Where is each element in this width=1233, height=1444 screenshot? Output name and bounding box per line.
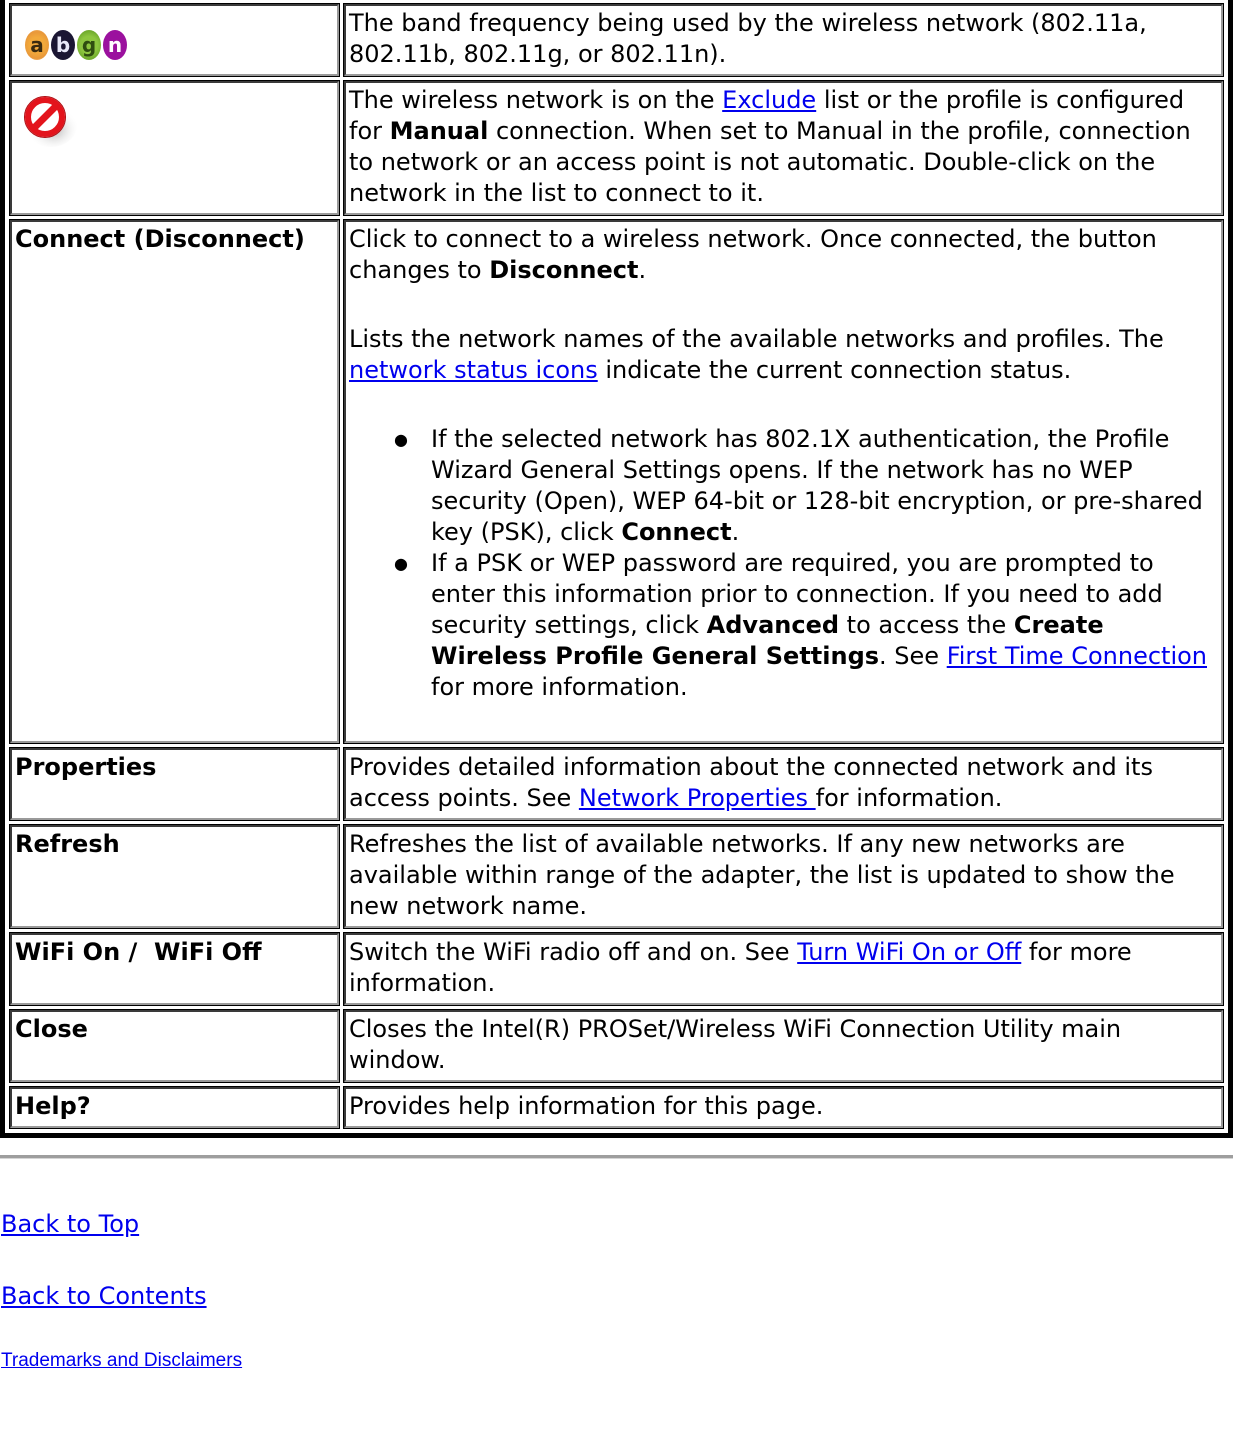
row-description-cell: The wireless network is on the Exclude l… [343,80,1224,216]
description-text: Lists the network names of the available… [349,325,1164,353]
row-label: Refresh [15,830,120,858]
row-label-cell: Connect (Disconnect) [9,219,340,744]
row-description-cell: Provides detailed information about the … [343,747,1224,821]
controls-table: a b g n The band frequency being used by… [0,0,1233,1138]
band-n-icon: n [103,30,127,60]
description-text: The wireless network is on the [349,86,723,114]
description-text: for information. [815,784,1003,812]
row-description-cell: Click to connect to a wireless network. … [343,219,1224,744]
bold-term: Manual [389,117,489,145]
row-label: Connect (Disconnect) [15,225,305,253]
table-row: Connect (Disconnect) Click to connect to… [9,219,1224,744]
list-item: ● If the selected network has 802.1X aut… [394,424,1217,548]
exclude-link[interactable]: Exclude [722,86,816,114]
no-entry-excluded-icon [15,85,333,155]
network-properties-link[interactable]: Network Properties [579,784,816,812]
description-text: Switch the WiFi radio off and on. See [349,938,798,966]
description-paragraph: Lists the network names of the available… [349,324,1217,386]
band-g-icon: g [77,30,101,60]
description-text: If the selected network has 802.1X authe… [431,425,1203,546]
bold-term: Connect [621,518,732,546]
description-text: . [638,256,647,284]
description-text: to access the [839,611,1014,639]
description-text: Provides help information for this page. [349,1092,824,1120]
band-b-icon: b [51,30,75,60]
row-description-cell: Closes the Intel(R) PROSet/Wireless WiFi… [343,1009,1224,1083]
row-description-cell: The band frequency being used by the wir… [343,3,1224,77]
row-label-cell: Refresh [9,824,340,929]
bold-term: Advanced [706,611,840,639]
row-label-cell: a b g n [9,3,340,77]
table-row: Properties Provides detailed information… [9,747,1224,821]
description-text: . See [879,642,947,670]
bold-term: Disconnect [489,256,639,284]
horizontal-divider [0,1155,1233,1159]
table-row: The wireless network is on the Exclude l… [9,80,1224,216]
table-row: Refresh Refreshes the list of available … [9,824,1224,929]
description-text: for more information. [431,673,688,701]
row-label: Help? [15,1092,91,1120]
network-status-icons-link[interactable]: network status icons [349,356,598,384]
row-label: Properties [15,753,157,781]
description-text: Refreshes the list of available networks… [349,830,1175,920]
table-row: a b g n The band frequency being used by… [9,3,1224,77]
row-description-cell: Refreshes the list of available networks… [343,824,1224,929]
row-label-cell [9,80,340,216]
description-text: The band frequency being used by the wir… [349,9,1147,68]
bullet-icon: ● [394,554,408,573]
row-label: WiFi On / WiFi Off [15,938,262,966]
back-to-contents-link[interactable]: Back to Contents [1,1282,1233,1310]
row-label-cell: Close [9,1009,340,1083]
trademarks-disclaimers-link[interactable]: Trademarks and Disclaimers [1,1350,1233,1372]
description-text: Closes the Intel(R) PROSet/Wireless WiFi… [349,1015,1122,1074]
first-time-connection-link[interactable]: First Time Connection [947,642,1207,670]
turn-wifi-on-off-link[interactable]: Turn WiFi On or Off [797,938,1021,966]
bullet-list: ● If the selected network has 802.1X aut… [349,424,1217,703]
list-item: ● If a PSK or WEP password are required,… [394,548,1217,703]
description-text: indicate the current connection status. [597,356,1072,384]
table-row: Close Closes the Intel(R) PROSet/Wireles… [9,1009,1224,1083]
row-description-cell: Switch the WiFi radio off and on. See Tu… [343,932,1224,1006]
help-page: a b g n The band frequency being used by… [0,0,1233,1372]
description-text: . [731,518,740,546]
description-text: Click to connect to a wireless network. … [349,225,1157,284]
band-frequency-abgn-icon: a b g n [15,8,333,60]
row-label-cell: Properties [9,747,340,821]
band-a-icon: a [25,30,49,60]
bullet-icon: ● [394,430,408,449]
back-to-top-link[interactable]: Back to Top [1,1210,1233,1238]
row-label-cell: Help? [9,1086,340,1129]
row-label-cell: WiFi On / WiFi Off [9,932,340,1006]
row-label: Close [15,1015,88,1043]
row-description-cell: Provides help information for this page. [343,1086,1224,1129]
description-paragraph: Click to connect to a wireless network. … [349,224,1217,286]
table-row: Help? Provides help information for this… [9,1086,1224,1129]
table-row: WiFi On / WiFi Off Switch the WiFi radio… [9,932,1224,1006]
